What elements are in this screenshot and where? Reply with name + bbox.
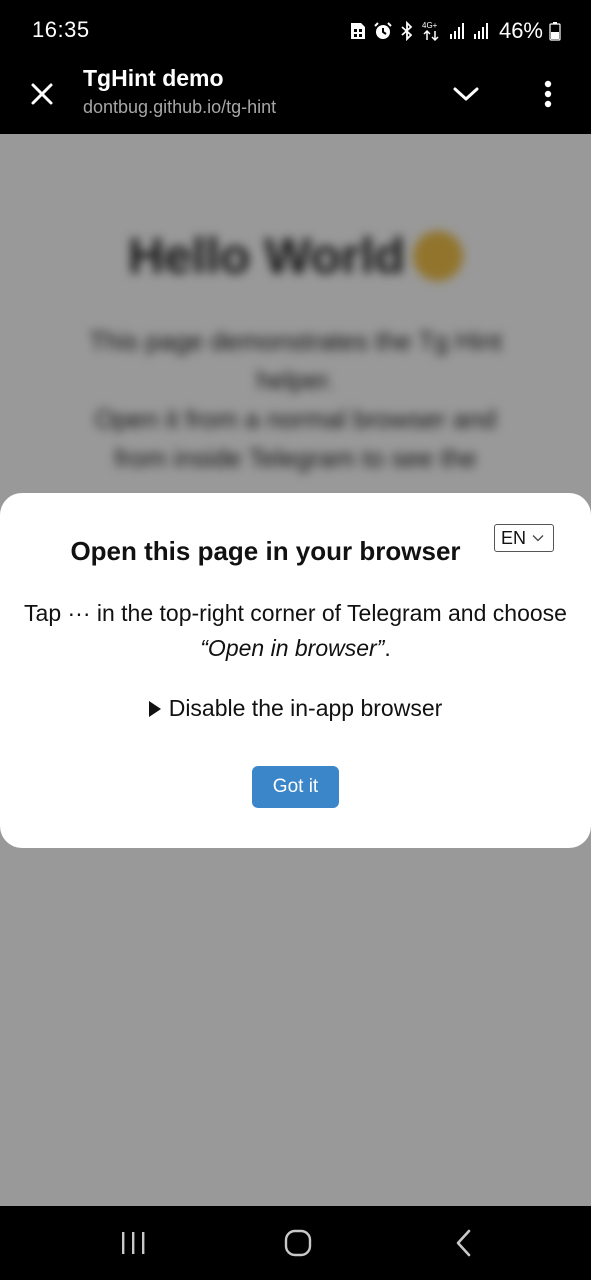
recents-button[interactable]: [118, 1230, 148, 1261]
sim-icon: [349, 21, 367, 41]
data-4g-icon: 4G+: [421, 20, 443, 42]
status-bar: 16:35 4G+ 46%: [0, 0, 591, 60]
system-nav-bar: [0, 1206, 591, 1280]
alarm-icon: [373, 21, 393, 41]
home-button[interactable]: [284, 1229, 312, 1262]
app-url: dontbug.github.io/tg-hint: [83, 97, 277, 117]
battery-percent: 46%: [498, 18, 543, 43]
recents-icon: [122, 1232, 145, 1254]
message-text: Tap ··· in the top-right corner of Teleg…: [24, 600, 567, 626]
screen: 16:35 4G+ 46% TgHint demo dontbug.github…: [0, 0, 591, 1280]
signal-icon: [473, 22, 491, 40]
more-menu-button[interactable]: [530, 72, 566, 116]
chevron-down-icon: [453, 87, 479, 101]
chevron-down-icon: [532, 534, 544, 542]
close-button[interactable]: [22, 74, 62, 114]
home-icon: [284, 1229, 312, 1257]
signal-icon: [449, 22, 467, 40]
status-icons: 4G+ 46%: [349, 18, 561, 44]
dialog-title: Open this page in your browser: [70, 536, 461, 566]
open-in-browser-emphasis: “Open in browser”: [200, 635, 385, 661]
app-title: TgHint demo: [83, 65, 224, 91]
back-button[interactable]: [454, 1228, 474, 1263]
svg-text:4G+: 4G+: [422, 21, 438, 30]
open-in-browser-dialog: EN Open this page in your browser Tap ··…: [0, 493, 591, 848]
dialog-message: Tap ··· in the top-right corner of Teleg…: [20, 596, 571, 666]
back-icon: [456, 1229, 471, 1257]
disable-in-app-browser-toggle[interactable]: Disable the in-app browser: [0, 693, 591, 723]
app-bar: TgHint demo dontbug.github.io/tg-hint: [0, 60, 591, 134]
more-vertical-icon: [544, 80, 552, 108]
status-time: 16:35: [32, 17, 90, 42]
disclosure-triangle-icon: [148, 701, 161, 717]
close-icon: [31, 83, 53, 105]
got-it-button[interactable]: Got it: [252, 766, 339, 808]
bluetooth-icon: [399, 21, 415, 41]
collapse-button[interactable]: [446, 74, 486, 114]
battery-icon: [549, 21, 561, 41]
message-period: .: [384, 635, 391, 661]
details-label: Disable the in-app browser: [168, 695, 443, 721]
